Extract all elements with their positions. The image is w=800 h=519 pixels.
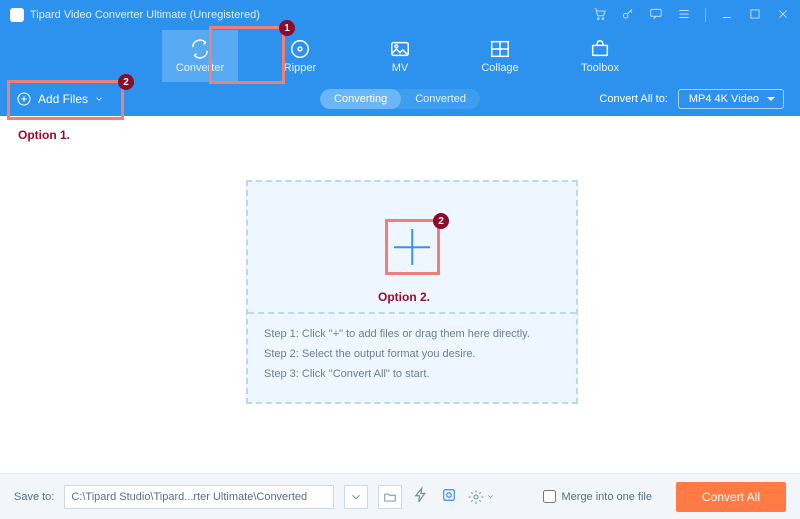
add-file-plus[interactable] <box>394 229 430 265</box>
nav-toolbox-label: Toolbox <box>581 62 619 74</box>
nav-ripper[interactable]: Ripper <box>262 30 338 82</box>
app-logo <box>10 8 24 22</box>
settings-icon[interactable] <box>468 489 495 505</box>
status-segment: Converting Converted <box>320 89 480 109</box>
nav-toolbox[interactable]: Toolbox <box>562 30 638 82</box>
merge-checkbox-input[interactable] <box>543 490 556 503</box>
step-2: Step 2: Select the output format you des… <box>264 344 560 364</box>
nav-converter-label: Converter <box>176 62 224 74</box>
save-to-label: Save to: <box>14 491 54 503</box>
close-icon[interactable] <box>776 7 790 24</box>
save-to-path[interactable] <box>64 485 334 509</box>
title-bar: Tipard Video Converter Ultimate (Unregis… <box>0 0 800 30</box>
merge-label: Merge into one file <box>562 491 653 503</box>
nav-mv[interactable]: MV <box>362 30 438 82</box>
convert-to-label: Convert All to: <box>599 93 667 105</box>
step-1: Step 1: Click "+" to add files or drag t… <box>264 324 560 344</box>
step-3: Step 3: Click "Convert All" to start. <box>264 364 560 384</box>
main-nav: Converter Ripper MV Collage Toolbox <box>0 30 800 82</box>
nav-collage-label: Collage <box>481 62 518 74</box>
merge-checkbox[interactable]: Merge into one file <box>543 490 653 503</box>
add-files-label: Add Files <box>38 92 88 106</box>
nav-mv-label: MV <box>392 62 409 74</box>
key-icon[interactable] <box>621 7 635 24</box>
output-format-select[interactable]: MP4 4K Video <box>678 89 784 109</box>
path-dropdown[interactable] <box>344 485 368 509</box>
convert-all-button[interactable]: Convert All <box>676 482 786 512</box>
footer-bar: Save to: Merge into one file Convert All <box>0 473 800 519</box>
nav-converter[interactable]: Converter <box>162 30 238 82</box>
cart-icon[interactable] <box>593 7 607 24</box>
hw-accel-icon[interactable] <box>412 486 430 507</box>
feedback-icon[interactable] <box>649 7 663 24</box>
gpu-icon[interactable] <box>440 486 458 507</box>
tab-converted[interactable]: Converted <box>401 89 480 109</box>
instructions: Step 1: Click "+" to add files or drag t… <box>248 314 576 394</box>
sub-toolbar: Add Files Converting Converted Convert A… <box>0 82 800 116</box>
nav-ripper-label: Ripper <box>284 62 316 74</box>
menu-icon[interactable] <box>677 7 691 24</box>
annotation-option2: Option 2. <box>378 290 430 304</box>
annotation-option1: Option 1. <box>18 128 70 142</box>
add-files-button[interactable]: Add Files <box>16 91 104 107</box>
minimize-icon[interactable] <box>720 7 734 24</box>
open-folder-button[interactable] <box>378 485 402 509</box>
tab-converting[interactable]: Converting <box>320 89 401 109</box>
maximize-icon[interactable] <box>748 7 762 24</box>
window-title: Tipard Video Converter Ultimate (Unregis… <box>30 9 260 21</box>
nav-collage[interactable]: Collage <box>462 30 538 82</box>
